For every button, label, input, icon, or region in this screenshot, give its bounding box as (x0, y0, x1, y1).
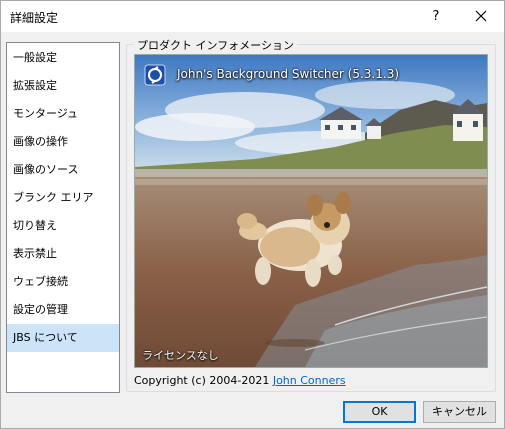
copyright-text: Copyright (c) 2004-2021 (134, 374, 273, 387)
nav-item-web-connection[interactable]: ウェブ接続 (7, 268, 119, 296)
nav-item-settings-management[interactable]: 設定の管理 (7, 296, 119, 324)
product-info-group-label: プロダクト インフォメーション (134, 37, 297, 53)
dog-beach-photo (135, 55, 487, 367)
close-button[interactable] (459, 1, 504, 32)
nav-item-switching[interactable]: 切り替え (7, 212, 119, 240)
product-image: John's Background Switcher (5.3.1.3) ライセ… (134, 54, 488, 368)
help-button[interactable]: ? (413, 1, 459, 32)
ok-button[interactable]: OK (343, 401, 416, 423)
nav-item-blank-area[interactable]: ブランク エリア (7, 184, 119, 212)
nav-item-image-sources[interactable]: 画像のソース (7, 156, 119, 184)
jbs-app-icon (144, 64, 166, 86)
nav-item-about-jbs[interactable]: JBS について (7, 324, 119, 352)
title-bar: 詳細設定 ? (1, 1, 504, 32)
cancel-button[interactable]: キャンセル (423, 401, 496, 423)
nav-item-image-operations[interactable]: 画像の操作 (7, 128, 119, 156)
app-title: John's Background Switcher (5.3.1.3) (177, 67, 400, 81)
copyright-line: Copyright (c) 2004-2021 John Conners (134, 374, 346, 387)
author-link[interactable]: John Conners (273, 374, 346, 387)
nav-item-montage[interactable]: モンタージュ (7, 100, 119, 128)
settings-nav-list: 一般設定 拡張設定 モンタージュ 画像の操作 画像のソース ブランク エリア 切… (6, 42, 120, 393)
nav-item-display-ban[interactable]: 表示禁止 (7, 240, 119, 268)
license-status: ライセンスなし (142, 349, 219, 362)
window-title: 詳細設定 (10, 11, 59, 25)
nav-item-advanced[interactable]: 拡張設定 (7, 72, 119, 100)
close-icon (475, 10, 487, 22)
nav-item-general[interactable]: 一般設定 (7, 44, 119, 72)
